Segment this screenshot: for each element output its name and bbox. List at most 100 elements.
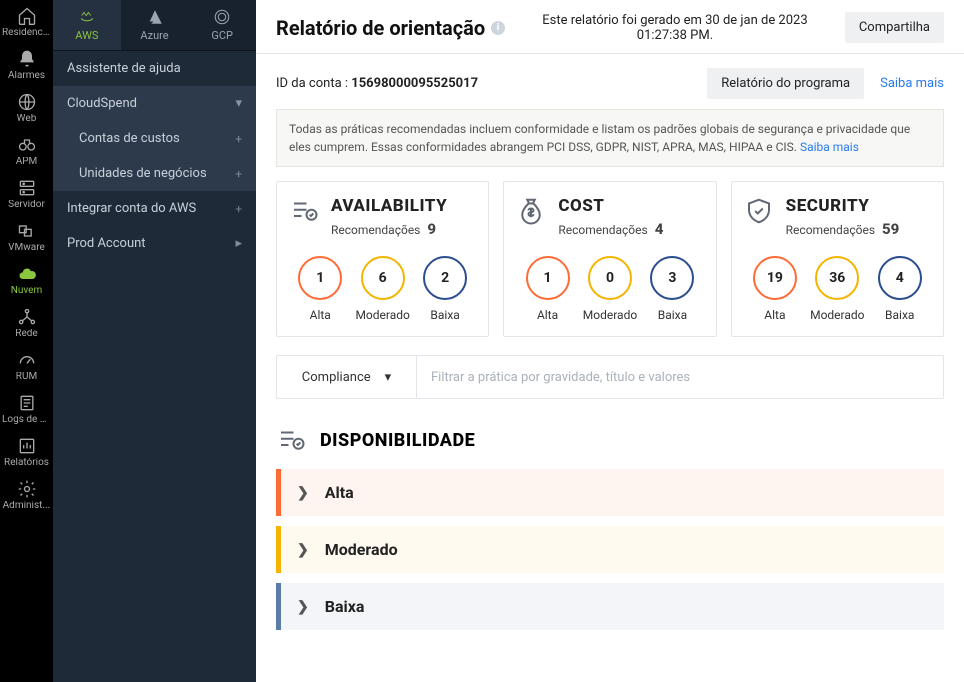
server-icon — [17, 178, 37, 198]
home-icon — [17, 6, 37, 26]
rail-label: Nuvem — [0, 286, 53, 296]
rail-item-admin[interactable]: Administ... — [0, 473, 53, 516]
card-title: SECURITY — [786, 196, 900, 216]
tab-label: Azure — [140, 29, 168, 42]
network-icon — [17, 307, 37, 327]
filter-dropdown[interactable]: Compliance ▾ — [277, 356, 417, 398]
accordion-label: Alta — [325, 483, 354, 502]
rail-label: Administ... — [0, 501, 53, 511]
chevron-down-icon: ▾ — [235, 96, 242, 111]
plus-icon[interactable]: + — [235, 202, 242, 216]
plus-icon[interactable]: + — [235, 132, 242, 146]
info-icon[interactable]: i — [491, 21, 505, 35]
sidebar-item-label: Unidades de negócios — [79, 166, 207, 181]
account-id-label: ID da conta : — [276, 76, 348, 91]
sidebar-item-label: Assistente de ajuda — [67, 61, 181, 76]
sidebar-item-cloudspend[interactable]: CloudSpend ▾ — [53, 86, 256, 121]
sev-label-high: Alta — [292, 308, 348, 322]
left-rail: Residencial Alarmes Web APM Servidor VMw… — [0, 0, 53, 682]
gauge-icon — [17, 350, 37, 370]
rec-count: 4 — [655, 220, 664, 238]
avail-low-count[interactable]: 2 — [423, 256, 467, 300]
accordion-high[interactable]: ❯ Alta — [276, 469, 944, 516]
cost-high-count[interactable]: 1 — [526, 256, 570, 300]
rail-item-rum[interactable]: RUM — [0, 344, 53, 387]
rail-item-cloud[interactable]: Nuvem — [0, 258, 53, 301]
cost-low-count[interactable]: 3 — [650, 256, 694, 300]
checklist-icon — [276, 425, 306, 455]
tab-label: GCP — [211, 29, 233, 42]
rail-label: Alarmes — [0, 71, 53, 81]
rail-label: APM — [0, 157, 53, 167]
sidebar-item-label: Prod Account — [67, 236, 146, 251]
cost-mod-count[interactable]: 0 — [588, 256, 632, 300]
plus-icon[interactable]: + — [235, 167, 242, 181]
card-availability: AVAILABILITY Recomendações 9 1Alta 6Mode… — [276, 181, 489, 337]
tab-aws[interactable]: AWS — [53, 0, 121, 50]
accordion-label: Baixa — [325, 597, 365, 616]
rail-item-server[interactable]: Servidor — [0, 172, 53, 215]
rail-label: VMware — [0, 243, 53, 253]
vmware-icon — [17, 221, 37, 241]
money-bag-icon — [516, 196, 546, 226]
sidebar-item-cost-accounts[interactable]: Contas de custos + — [53, 121, 256, 156]
sec-low-count[interactable]: 4 — [878, 256, 922, 300]
accordion-moderate[interactable]: ❯ Moderado — [276, 526, 944, 573]
compliance-notice: Todas as práticas recomendadas incluem c… — [276, 109, 944, 167]
filter-selected: Compliance — [302, 370, 371, 385]
shield-icon — [744, 196, 774, 226]
filter-bar: Compliance ▾ — [276, 355, 944, 399]
rail-item-web[interactable]: Web — [0, 86, 53, 129]
learn-more-link[interactable]: Saiba mais — [880, 76, 944, 91]
main-content: Relatório de orientação i Este relatório… — [256, 0, 964, 682]
rail-item-reports[interactable]: Relatórios — [0, 430, 53, 473]
rail-item-logs[interactable]: Logs de a... — [0, 387, 53, 430]
notice-learn-more-link[interactable]: Saiba mais — [800, 140, 859, 154]
sidebar-item-prod-account[interactable]: Prod Account ▸ — [53, 226, 256, 261]
cloud-tabs: AWS Azure GCP — [53, 0, 256, 51]
checklist-icon — [289, 196, 319, 226]
rec-label: Recomendações — [558, 223, 647, 237]
binoculars-icon — [17, 135, 37, 155]
program-report-button[interactable]: Relatório do programa — [707, 68, 864, 99]
sec-mod-count[interactable]: 36 — [815, 256, 859, 300]
sev-label-mod: Moderado — [355, 308, 411, 322]
tab-gcp[interactable]: GCP — [188, 0, 256, 50]
rail-item-apm[interactable]: APM — [0, 129, 53, 172]
aws-icon — [78, 8, 96, 26]
sev-label-high: Alta — [520, 308, 576, 322]
sev-label-high: Alta — [747, 308, 803, 322]
chevron-right-icon: ❯ — [297, 542, 309, 558]
sidebar-item-business-units[interactable]: Unidades de negócios + — [53, 156, 256, 191]
rail-item-network[interactable]: Rede — [0, 301, 53, 344]
sidebar-item-help[interactable]: Assistente de ajuda — [53, 51, 256, 86]
sev-label-low: Baixa — [417, 308, 473, 322]
sidebar-item-integrate-aws[interactable]: Integrar conta do AWS + — [53, 191, 256, 226]
avail-high-count[interactable]: 1 — [298, 256, 342, 300]
sec-high-count[interactable]: 19 — [753, 256, 797, 300]
rail-item-vmware[interactable]: VMware — [0, 215, 53, 258]
rec-count: 9 — [427, 220, 436, 238]
rec-count: 59 — [882, 220, 899, 238]
summary-cards: AVAILABILITY Recomendações 9 1 Alta 6 Mode… — [256, 181, 964, 355]
card-title: AVAILABILITY — [331, 196, 447, 216]
account-id: ID da conta : 15698000095525017 — [276, 76, 478, 91]
share-button[interactable]: Compartilha — [845, 12, 944, 43]
topbar: Relatório de orientação i Este relatório… — [256, 0, 964, 54]
sidebar-item-label: Contas de custos — [79, 131, 180, 146]
filter-input[interactable] — [417, 356, 943, 398]
tab-azure[interactable]: Azure — [121, 0, 189, 50]
accordion-low[interactable]: ❯ Baixa — [276, 583, 944, 630]
chart-icon — [17, 436, 37, 456]
avail-mod-count[interactable]: 6 — [361, 256, 405, 300]
rail-item-alarms[interactable]: Alarmes — [0, 43, 53, 86]
rail-label: Web — [0, 114, 53, 124]
generated-timestamp: Este relatório foi gerado em 30 de jan d… — [519, 13, 831, 43]
card-rec: Recomendações 4 — [558, 220, 663, 238]
account-id-value: 15698000095525017 — [351, 76, 478, 91]
cloud-icon — [17, 264, 37, 284]
card-title: COST — [558, 196, 663, 216]
rail-item-home[interactable]: Residencial — [0, 0, 53, 43]
sev-label-low: Baixa — [872, 308, 928, 322]
rail-label: RUM — [0, 372, 53, 382]
